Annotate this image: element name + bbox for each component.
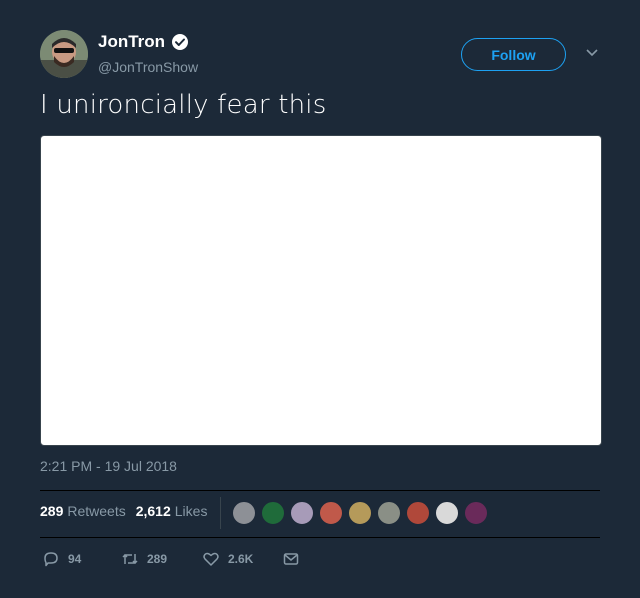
liker-avatar[interactable] <box>377 501 401 525</box>
display-name[interactable]: JonTron <box>98 32 165 52</box>
avatar[interactable] <box>40 30 88 78</box>
direct-message-button[interactable] <box>282 550 300 568</box>
tweet-text: I unironcially fear this <box>40 90 327 120</box>
user-handle[interactable]: @JonTronShow <box>98 59 198 75</box>
liker-avatar[interactable] <box>406 501 430 525</box>
user-name-row: JonTron <box>98 32 189 52</box>
follow-button[interactable]: Follow <box>461 38 566 71</box>
stats-separator <box>220 497 221 529</box>
liker-avatar[interactable] <box>348 501 372 525</box>
liker-avatar[interactable] <box>290 501 314 525</box>
divider <box>40 537 600 538</box>
likes-stat[interactable]: 2,612 Likes <box>136 503 208 519</box>
tweet-timestamp[interactable]: 2:21 PM - 19 Jul 2018 <box>40 458 177 474</box>
engagement-stats: 289 Retweets 2,612 Likes <box>40 503 207 519</box>
tweet-media[interactable] <box>40 135 602 446</box>
divider <box>40 490 600 491</box>
reply-count: 94 <box>68 552 82 566</box>
liker-avatar[interactable] <box>232 501 256 525</box>
liker-avatars <box>232 501 488 525</box>
verified-badge-icon <box>171 33 189 51</box>
retweets-label: Retweets <box>67 503 126 519</box>
chevron-down-icon[interactable] <box>584 46 600 60</box>
like-button[interactable]: 2.6K <box>202 550 253 568</box>
liker-avatar[interactable] <box>319 501 343 525</box>
liker-avatar[interactable] <box>435 501 459 525</box>
retweets-stat[interactable]: 289 Retweets <box>40 503 126 519</box>
likes-label: Likes <box>174 503 208 519</box>
retweet-button[interactable]: 289 <box>121 550 167 568</box>
liker-avatar[interactable] <box>261 501 285 525</box>
reply-icon <box>44 552 58 567</box>
like-count: 2.6K <box>228 552 254 566</box>
tweet-card: JonTron @JonTronShow Follow I unironcial… <box>0 0 640 598</box>
retweets-count: 289 <box>40 503 64 519</box>
reply-button[interactable]: 94 <box>42 550 81 568</box>
envelope-icon <box>283 553 299 565</box>
liker-avatar[interactable] <box>464 501 488 525</box>
heart-icon <box>203 552 219 566</box>
retweet-icon <box>122 553 138 565</box>
avatar-image <box>40 30 88 78</box>
likes-count: 2,612 <box>135 503 171 519</box>
retweet-count: 289 <box>147 552 168 566</box>
